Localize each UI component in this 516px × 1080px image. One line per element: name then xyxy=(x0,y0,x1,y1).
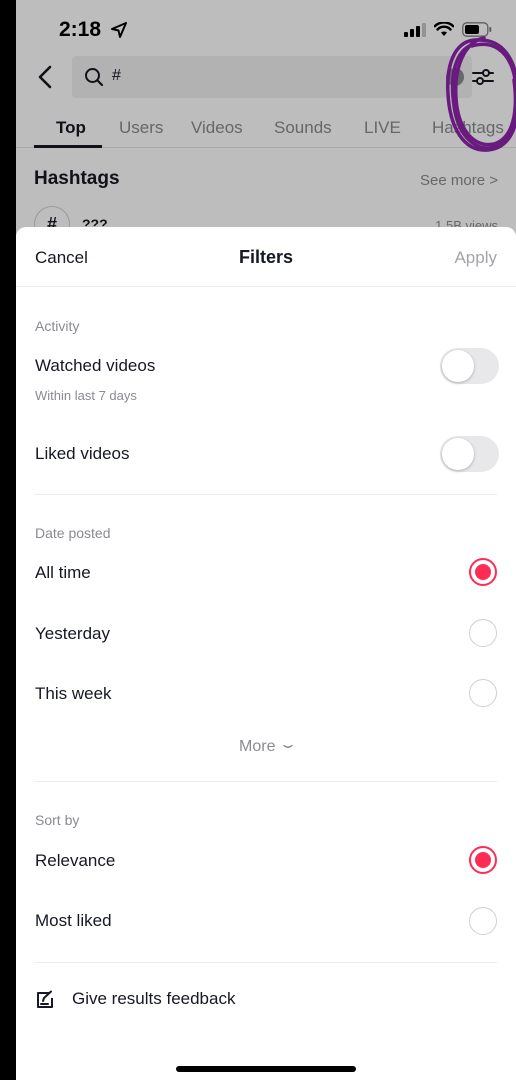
edit-feedback-icon xyxy=(37,990,53,1008)
radio-relevance[interactable] xyxy=(469,846,497,874)
sort-by-section-label: Sort by xyxy=(35,812,80,828)
more-date-options-button[interactable]: More xyxy=(16,738,516,756)
filters-title: Filters xyxy=(238,247,294,267)
chevron-down-icon xyxy=(283,744,293,748)
home-indicator xyxy=(176,1066,356,1072)
date-posted-section-label: Date posted xyxy=(35,525,111,541)
section-divider xyxy=(35,781,497,782)
date-option-this-week[interactable]: This week xyxy=(35,684,112,704)
watched-videos-toggle[interactable] xyxy=(440,348,499,384)
liked-videos-label: Liked videos xyxy=(35,444,130,463)
toggle-knob xyxy=(442,438,474,470)
apply-button[interactable]: Apply xyxy=(454,248,497,268)
date-option-all-time[interactable]: All time xyxy=(35,563,91,583)
radio-most-liked[interactable] xyxy=(469,907,497,935)
section-divider xyxy=(35,494,497,495)
give-feedback-button[interactable]: Give results feedback xyxy=(72,989,235,1009)
activity-section-label: Activity xyxy=(35,318,80,334)
sort-option-most-liked[interactable]: Most liked xyxy=(35,911,112,931)
radio-this-week[interactable] xyxy=(469,679,497,707)
radio-selected-dot xyxy=(475,852,491,868)
radio-all-time[interactable] xyxy=(469,558,497,586)
section-divider xyxy=(35,962,497,963)
date-option-yesterday[interactable]: Yesterday xyxy=(35,624,110,644)
more-label: More xyxy=(239,738,276,755)
toggle-knob xyxy=(442,350,474,382)
phone-screen: 2:18 # Top Users Videos Sounds LIVE Hash… xyxy=(16,0,516,1080)
filters-header: Cancel Filters Apply xyxy=(16,227,516,287)
filters-sheet: Cancel Filters Apply Activity Watched vi… xyxy=(16,227,516,1080)
sort-option-relevance[interactable]: Relevance xyxy=(35,851,115,871)
watched-videos-sublabel: Within last 7 days xyxy=(35,388,137,403)
liked-videos-toggle[interactable] xyxy=(440,436,499,472)
radio-yesterday[interactable] xyxy=(469,619,497,647)
radio-selected-dot xyxy=(475,564,491,580)
watched-videos-label: Watched videos xyxy=(35,356,156,375)
